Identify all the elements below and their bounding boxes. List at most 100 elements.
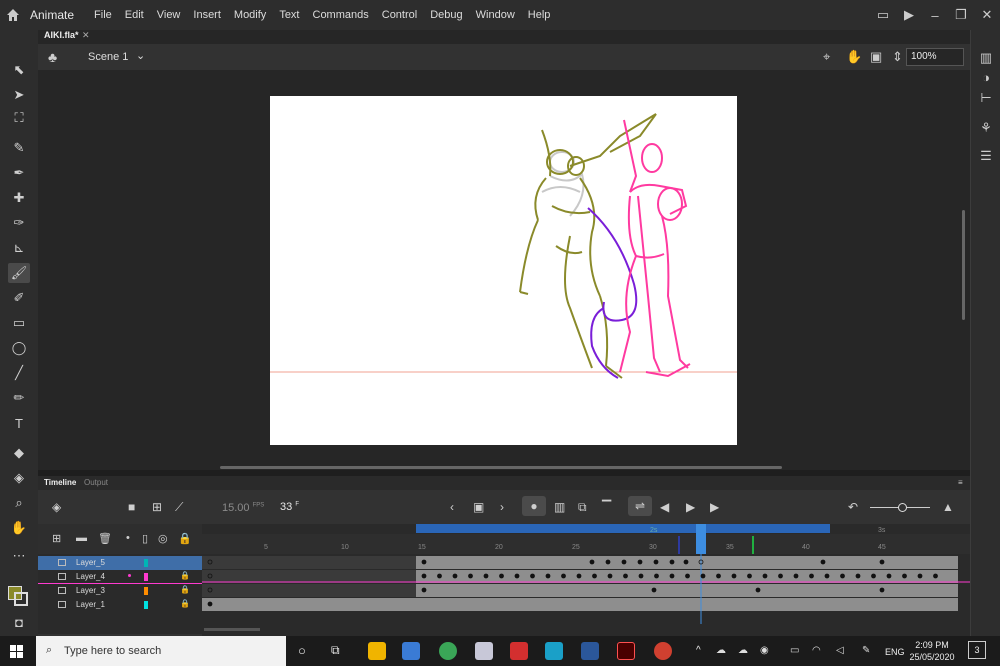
- properties-icon[interactable]: ☰: [978, 148, 994, 164]
- keyframe-dot[interactable]: [902, 573, 907, 579]
- keyframe-dot[interactable]: [651, 587, 657, 593]
- keyframe-dot[interactable]: [855, 573, 861, 579]
- layer-name[interactable]: Layer_4: [76, 572, 105, 581]
- keyframe-dot[interactable]: [879, 587, 885, 593]
- center-stage-icon[interactable]: ⌖: [823, 49, 830, 65]
- taskbar-search[interactable]: ⌕ Type here to search: [36, 636, 286, 666]
- lock-icon[interactable]: 🔒: [180, 599, 190, 608]
- oval-tool-icon[interactable]: ◯: [8, 338, 30, 358]
- menu-edit[interactable]: Edit: [125, 9, 144, 21]
- menu-file[interactable]: File: [94, 9, 112, 21]
- layer-name[interactable]: Layer_5: [76, 558, 105, 567]
- layer-row[interactable]: Layer_3 🔒: [38, 584, 202, 598]
- pencil-tool-icon[interactable]: ✎: [8, 138, 30, 158]
- creative-cloud-icon[interactable]: ◉: [760, 645, 769, 656]
- menu-debug[interactable]: Debug: [430, 9, 462, 21]
- highlight-icon[interactable]: •: [126, 532, 130, 544]
- keyframe-dot[interactable]: [561, 573, 566, 579]
- volume-icon[interactable]: ◁: [836, 645, 844, 656]
- layer-row[interactable]: Layer_1 🔒: [38, 598, 202, 612]
- eraser-tool-icon[interactable]: ◈: [8, 468, 30, 488]
- tab-output[interactable]: Output: [84, 478, 108, 487]
- menu-control[interactable]: Control: [382, 9, 417, 21]
- keyframe-dot[interactable]: [809, 573, 814, 579]
- keyframe-dot[interactable]: [545, 573, 551, 579]
- home-icon[interactable]: [0, 0, 26, 30]
- onion-skin-icon[interactable]: ●: [522, 496, 546, 516]
- keyframe-dot[interactable]: [607, 573, 613, 579]
- tab-close-icon[interactable]: ✕: [82, 30, 90, 41]
- keyframe-dot[interactable]: [755, 587, 761, 593]
- cortana-icon[interactable]: ○: [298, 643, 306, 658]
- keyframe-dot[interactable]: [621, 559, 627, 565]
- file-explorer-icon[interactable]: [368, 642, 386, 660]
- lock-icon[interactable]: 🔒: [180, 585, 190, 594]
- keyframe-dot[interactable]: [700, 573, 706, 579]
- keyframe-dot[interactable]: [421, 587, 427, 593]
- chrome-icon[interactable]: [439, 642, 457, 660]
- chrome-profile-icon[interactable]: [654, 642, 672, 660]
- align-icon[interactable]: ⊢: [978, 90, 994, 106]
- pen-icon[interactable]: ✎: [862, 645, 870, 656]
- keyframe-dot[interactable]: [654, 573, 659, 579]
- layer-color-swatch[interactable]: [144, 573, 148, 581]
- app-icon[interactable]: [475, 642, 493, 660]
- outline-icon[interactable]: ▯: [142, 532, 148, 545]
- onion-outline-icon[interactable]: ▥: [554, 500, 565, 514]
- add-anchor-tool-icon[interactable]: ✚: [8, 188, 30, 208]
- loop-icon[interactable]: ⇌: [628, 496, 652, 516]
- animate-app-icon[interactable]: [617, 642, 635, 660]
- layer-row[interactable]: Layer_4 🔒: [38, 570, 202, 584]
- delete-layer-icon[interactable]: 🗑: [98, 532, 112, 545]
- rotate-stage-icon[interactable]: ✋: [846, 49, 862, 65]
- photos-icon[interactable]: [545, 642, 563, 660]
- layer-color-swatch[interactable]: [144, 559, 148, 567]
- keyframe-dot[interactable]: [637, 559, 643, 565]
- menu-help[interactable]: Help: [528, 9, 551, 21]
- keyframe-dot[interactable]: [592, 573, 597, 579]
- keyframe-dot[interactable]: [793, 573, 799, 579]
- modify-onion-markers-icon[interactable]: ▔: [602, 500, 611, 514]
- lock-icon[interactable]: 🔒: [178, 532, 192, 545]
- keyframe-dot[interactable]: [468, 573, 473, 579]
- keyframe-dot[interactable]: [716, 573, 721, 579]
- frames-area[interactable]: 5 10 15 20 25 30 35 40 45 2s 3s: [202, 524, 970, 636]
- keyframe-dot[interactable]: [778, 573, 783, 579]
- text-tool-icon[interactable]: T: [8, 413, 30, 433]
- rectangle-tool-icon[interactable]: ▭: [8, 313, 30, 333]
- layer-color-swatch[interactable]: [144, 587, 148, 595]
- keyframe-dot[interactable]: [917, 573, 923, 579]
- zoom-stepper-icon[interactable]: ⇕: [892, 49, 903, 65]
- hand-tool-icon[interactable]: ✋: [8, 518, 30, 538]
- keyframe-dot[interactable]: [824, 573, 830, 579]
- keyframe-dot[interactable]: [589, 559, 595, 565]
- keyframe-dot[interactable]: [871, 573, 876, 579]
- keyframe-dot[interactable]: [623, 573, 628, 579]
- stage-canvas[interactable]: [270, 96, 840, 445]
- test-movie-icon[interactable]: ▶: [896, 7, 922, 23]
- brush-tool-icon[interactable]: 🖌: [8, 263, 30, 283]
- new-layer-icon[interactable]: ⊞: [52, 532, 61, 545]
- go-last-frame-icon[interactable]: ▶: [710, 500, 719, 514]
- layer-color-swatch[interactable]: [144, 601, 148, 609]
- keyframe-dot[interactable]: [840, 573, 845, 579]
- stage-horizontal-scrollbar[interactable]: [220, 466, 782, 469]
- keyframe-dot[interactable]: [530, 573, 535, 579]
- menu-commands[interactable]: Commands: [313, 9, 369, 21]
- cloud-icon[interactable]: ☁: [738, 645, 748, 656]
- wifi-icon[interactable]: ◠: [812, 645, 821, 656]
- zoom-field[interactable]: 100%: [906, 48, 964, 66]
- menu-window[interactable]: Window: [476, 9, 515, 21]
- fps-display[interactable]: 15.00 FPS: [222, 502, 264, 514]
- keyframe-dot[interactable]: [437, 573, 442, 579]
- close-icon[interactable]: ✕: [974, 7, 1000, 23]
- keyframe-dot[interactable]: [514, 573, 520, 579]
- step-back-icon[interactable]: ‹: [450, 500, 454, 514]
- scene-selector[interactable]: Scene 1: [88, 51, 128, 63]
- paint-brush-tool-icon[interactable]: ✐: [8, 288, 30, 308]
- keyframe-dot[interactable]: [421, 573, 427, 579]
- keyframe-dot[interactable]: [731, 573, 737, 579]
- step-forward-icon[interactable]: ›: [500, 500, 504, 514]
- visibility-icon[interactable]: ◎: [158, 532, 168, 545]
- keyframe-dot[interactable]: [820, 559, 826, 565]
